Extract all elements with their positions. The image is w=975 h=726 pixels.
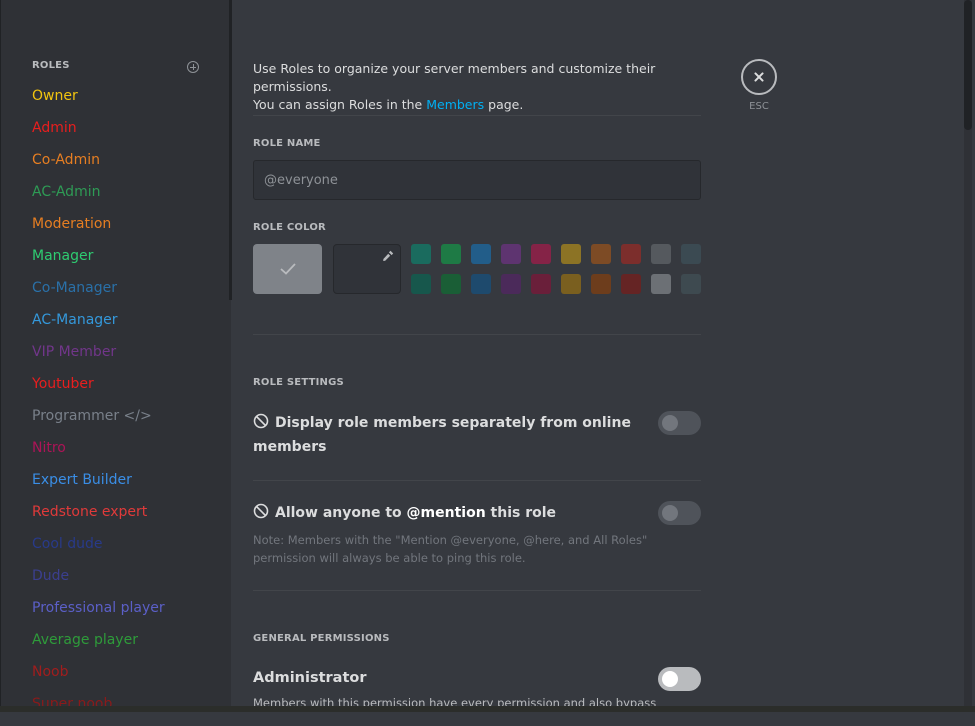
mention-post: this role (485, 505, 557, 521)
ban-icon (253, 503, 269, 519)
intro-line-2-pre: You can assign Roles in the (253, 97, 427, 112)
default-color-swatch[interactable] (253, 244, 322, 294)
add-role-icon[interactable] (187, 61, 199, 73)
hoist-toggle[interactable] (658, 411, 701, 435)
bottom-strip (0, 706, 975, 712)
color-swatch[interactable] (621, 274, 641, 294)
color-swatch[interactable] (501, 244, 521, 264)
role-item[interactable]: Nitro (32, 438, 165, 470)
role-item[interactable]: Manager (32, 246, 165, 278)
role-settings-label: ROLE SETTINGS (253, 377, 344, 388)
role-item[interactable]: Dude (32, 566, 165, 598)
color-swatch[interactable] (411, 274, 431, 294)
role-color-label: ROLE COLOR (253, 222, 326, 233)
color-swatch[interactable] (531, 274, 551, 294)
color-swatch[interactable] (531, 244, 551, 264)
mention-toggle[interactable] (658, 501, 701, 525)
administrator-toggle[interactable] (658, 667, 701, 691)
eyedropper-icon (383, 250, 394, 261)
scrollbar-thumb[interactable] (964, 0, 972, 130)
mention-note-line-2: permission will always be able to ping t… (253, 551, 526, 565)
color-swatch[interactable] (591, 244, 611, 264)
color-swatch[interactable] (471, 244, 491, 264)
color-swatch[interactable] (411, 244, 431, 264)
role-name-label: ROLE NAME (253, 138, 321, 149)
role-item[interactable]: Moderation (32, 214, 165, 246)
esc-label: ESC (749, 101, 769, 112)
role-item[interactable]: Co-Admin (32, 150, 165, 182)
hoist-line-1: Display role members separately from onl… (253, 411, 631, 435)
color-swatch[interactable] (651, 274, 671, 294)
role-list: Owner Admin Co-Admin AC-Admin Moderation Mana… (32, 86, 165, 726)
role-item[interactable]: Expert Builder (32, 470, 165, 502)
role-item[interactable]: Co-Manager (32, 278, 165, 310)
divider (253, 115, 701, 116)
roles-sidebar: ROLES Owner Admin Co-Admin AC-Admin Moderati… (0, 0, 232, 712)
color-swatch[interactable] (471, 274, 491, 294)
color-swatch[interactable] (681, 244, 701, 264)
mention-note: Note: Members with the "Mention @everyon… (253, 531, 647, 567)
role-item[interactable]: AC-Admin (32, 182, 165, 214)
color-swatch[interactable] (441, 274, 461, 294)
intro-text: Use Roles to organize your server member… (253, 60, 713, 114)
members-link[interactable]: Members (426, 97, 484, 112)
sidebar-scrollbar[interactable] (229, 0, 232, 300)
general-permissions-label: GENERAL PERMISSIONS (253, 633, 390, 644)
role-item[interactable]: Professional player (32, 598, 165, 630)
color-swatch[interactable] (441, 244, 461, 264)
hoist-line-1-text: Display role members separately from onl… (275, 415, 631, 431)
ban-icon (253, 413, 269, 429)
toggle-knob (662, 505, 678, 521)
mention-pre: Allow anyone to (275, 505, 407, 521)
hoist-line-2: members (253, 439, 327, 455)
role-name-input[interactable] (253, 160, 701, 200)
intro-line-2-post: page. (484, 97, 524, 112)
role-item[interactable]: Admin (32, 118, 165, 150)
toggle-knob (662, 671, 678, 687)
divider (253, 480, 701, 481)
hoist-setting-title: Display role members separately from onl… (253, 411, 631, 459)
mention-setting-title: Allow anyone to @mention this role (253, 501, 556, 525)
role-item[interactable]: Programmer </> (32, 406, 165, 438)
intro-line-1: Use Roles to organize your server member… (253, 61, 656, 94)
color-swatch[interactable] (501, 274, 521, 294)
color-swatch[interactable] (651, 244, 671, 264)
mention-strong: @mention (406, 505, 486, 521)
close-icon[interactable] (741, 59, 777, 95)
role-item[interactable]: VIP Member (32, 342, 165, 374)
color-swatch[interactable] (561, 274, 581, 294)
administrator-title: Administrator (253, 670, 367, 686)
color-swatch[interactable] (591, 274, 611, 294)
color-swatch[interactable] (681, 274, 701, 294)
color-swatch[interactable] (561, 244, 581, 264)
close-control[interactable]: ESC (741, 59, 777, 112)
role-item[interactable]: Redstone expert (32, 502, 165, 534)
mention-note-line-1: Note: Members with the "Mention @everyon… (253, 533, 648, 547)
role-item[interactable]: AC-Manager (32, 310, 165, 342)
role-item[interactable]: Youtuber (32, 374, 165, 406)
color-swatch[interactable] (621, 244, 641, 264)
divider (253, 590, 701, 591)
role-item[interactable]: Noob (32, 662, 165, 694)
custom-color-picker[interactable] (333, 244, 401, 294)
toggle-knob (662, 415, 678, 431)
roles-header: ROLES (32, 60, 70, 71)
intro-line-2: You can assign Roles in the Members page… (253, 96, 713, 114)
divider (253, 334, 701, 335)
role-item[interactable]: Owner (32, 86, 165, 118)
main-scrollbar[interactable] (964, 0, 972, 712)
checkmark-icon (279, 263, 296, 275)
role-item[interactable]: Cool dude (32, 534, 165, 566)
role-item[interactable]: Average player (32, 630, 165, 662)
